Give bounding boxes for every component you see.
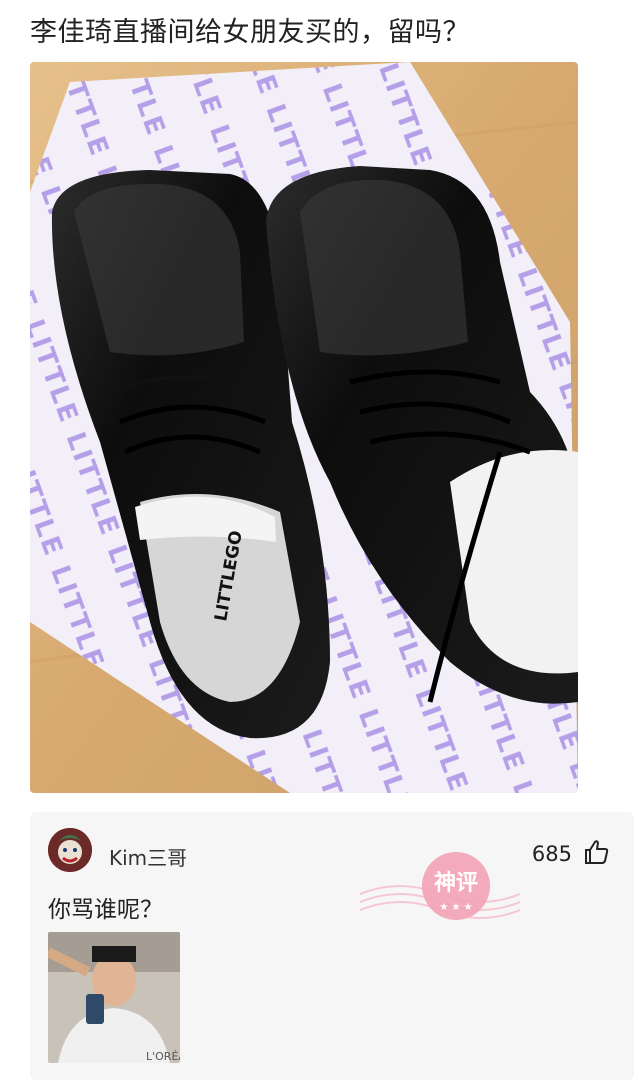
thumbs-up-icon[interactable] bbox=[582, 838, 610, 866]
badge-text: 神评 bbox=[434, 870, 478, 896]
comment-card: Kim三哥 神评 ★ ★ ★ 685 你骂谁呢？ L'ORÉA bbox=[30, 812, 634, 1080]
avatar[interactable] bbox=[48, 828, 92, 872]
comment-text: 你骂谁呢？ bbox=[48, 897, 163, 923]
post-title: 李佳琦直播间给女朋友买的，留吗？ bbox=[30, 17, 470, 48]
comment-image[interactable]: L'ORÉA bbox=[48, 932, 180, 1063]
svg-text:★ ★ ★: ★ ★ ★ bbox=[439, 902, 472, 913]
comment-image-caption: L'ORÉA bbox=[146, 1050, 180, 1063]
shenping-badge-icon: 神评 ★ ★ ★ bbox=[360, 852, 520, 920]
like-count: 685 bbox=[531, 842, 572, 866]
post-photo[interactable]: LITTLE LITTLEGO bbox=[30, 62, 578, 793]
comment-username[interactable]: Kim三哥 bbox=[109, 842, 187, 871]
